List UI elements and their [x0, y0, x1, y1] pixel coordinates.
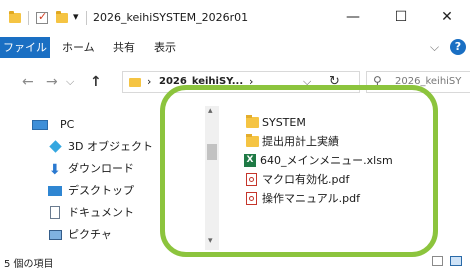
new-folder-icon[interactable] — [56, 11, 68, 23]
status-bar: 5 個の項目 — [0, 254, 470, 270]
help-icon[interactable]: ? — [450, 39, 466, 55]
quick-access-dropdown-icon[interactable]: ▾ — [73, 10, 79, 23]
sidebar-item-label: PC — [60, 118, 75, 131]
pc-icon — [32, 120, 48, 130]
tab-share[interactable]: 共有 — [113, 37, 135, 58]
tab-view[interactable]: 表示 — [154, 37, 176, 58]
window-title: 2026_keihiSYSTEM_2026r01 — [93, 11, 249, 24]
maximize-button[interactable]: ☐ — [384, 4, 418, 30]
ribbon-expand-icon[interactable]: ⌵ — [430, 40, 439, 55]
desktop-icon — [48, 186, 62, 196]
minimize-button[interactable]: — — [336, 4, 370, 30]
title-bar: ▾ 2026_keihiSYSTEM_2026r01 — ☐ ✕ — [0, 0, 470, 34]
address-separator-icon[interactable]: › — [147, 75, 151, 88]
highlight-annotation — [160, 85, 438, 257]
sidebar-item-label: ピクチャ — [68, 228, 112, 241]
folder-icon — [129, 78, 141, 87]
up-button[interactable]: ↑ — [90, 64, 102, 100]
documents-icon — [50, 206, 60, 219]
close-button[interactable]: ✕ — [430, 4, 464, 30]
back-button[interactable]: ← — [22, 64, 34, 100]
folder-icon — [9, 11, 21, 23]
tab-file[interactable]: ファイル — [0, 37, 50, 58]
download-icon: ⬇ — [49, 162, 61, 178]
tab-home[interactable]: ホーム — [62, 37, 95, 58]
ribbon: ファイル ホーム 共有 表示 ⌵ ? — [0, 34, 470, 60]
sidebar-item-label: デスクトップ — [68, 184, 134, 197]
sidebar-item-label: ドキュメント — [68, 206, 134, 219]
pictures-icon — [49, 230, 62, 240]
3d-objects-icon — [49, 140, 62, 153]
forward-button[interactable]: → — [46, 64, 58, 100]
sidebar-item-label: ダウンロード — [68, 162, 134, 175]
properties-check-icon[interactable] — [36, 10, 48, 24]
divider — [86, 11, 87, 25]
sidebar-item-label: 3D オブジェクト — [68, 140, 153, 153]
recent-locations-icon[interactable]: ⌵ — [66, 64, 74, 100]
item-count: 5 個の項目 — [4, 259, 54, 270]
details-view-icon[interactable] — [432, 256, 443, 266]
large-icons-view-icon[interactable] — [450, 256, 462, 266]
divider — [28, 11, 29, 25]
